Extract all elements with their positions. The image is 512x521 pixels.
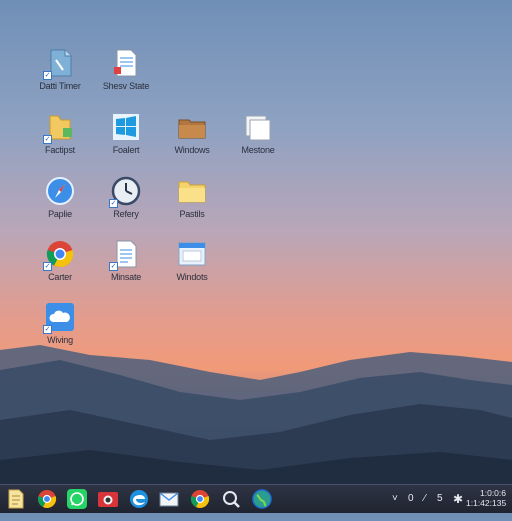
search-taskbar-button[interactable] <box>220 488 242 510</box>
mail-icon <box>159 492 179 507</box>
edge-icon <box>130 490 148 508</box>
chrome-icon: ✓ <box>43 239 75 271</box>
desktop: ✓ Datti Timer ✓ Factipst Paplie ✓ Carter… <box>0 0 512 484</box>
chrome-icon <box>190 490 210 508</box>
checkbox-icon[interactable]: ✓ <box>43 135 52 144</box>
tray-chevron-icon[interactable]: ˅ <box>392 493 398 521</box>
tray-value-b: 5 <box>437 493 443 504</box>
folder-icon <box>177 176 207 206</box>
icon-label: Factipst <box>45 145 75 155</box>
file-icon: ✓ <box>43 48 75 80</box>
window-folder-icon <box>177 239 207 269</box>
icon-label: Refery <box>113 209 139 219</box>
desktop-icon[interactable]: Shesv State <box>94 48 158 108</box>
camera-taskbar-button[interactable] <box>97 488 119 510</box>
desktop-icon[interactable]: ✓ Wiving <box>28 302 92 362</box>
clock-icon: ✓ <box>109 176 141 208</box>
desktop-icon[interactable]: ✓ Refery <box>94 176 158 236</box>
icon-label: Foalert <box>112 145 140 155</box>
briefcase-folder-icon <box>177 112 207 142</box>
clock[interactable]: 1:0:0:6 1:1:42:135 <box>466 488 506 508</box>
desktop-icon[interactable]: Mestone <box>226 112 290 172</box>
icon-label: Wiving <box>47 335 73 345</box>
icon-label: Shesv State <box>102 81 150 91</box>
checkbox-icon[interactable]: ✓ <box>43 262 52 271</box>
icon-label: Windows <box>174 145 210 155</box>
desktop-icon[interactable]: Windows <box>160 112 224 172</box>
search-icon <box>223 491 240 508</box>
cloud-icon: ✓ <box>43 302 75 334</box>
taskbar: ˅ 0 ⁄ 5 ✱ 1:0:0:6 1:1:42:135 <box>0 484 512 513</box>
icon-label: Mestone <box>241 145 275 155</box>
clock-time: 1:0:0:6 <box>480 488 506 498</box>
globe-taskbar-button[interactable] <box>251 488 273 510</box>
checkbox-icon[interactable]: ✓ <box>109 262 118 271</box>
file-explorer-button[interactable] <box>5 488 27 510</box>
whatsapp-taskbar-button[interactable] <box>66 488 88 510</box>
icon-label: Minsate <box>110 272 142 282</box>
icon-label: Carter <box>48 272 72 282</box>
checkbox-icon[interactable]: ✓ <box>43 71 52 80</box>
mail-taskbar-button[interactable] <box>158 488 180 510</box>
chrome-icon <box>37 490 57 508</box>
desktop-icon[interactable]: ✓ Carter <box>28 239 92 299</box>
compass-icon <box>45 176 75 206</box>
settings-icon[interactable]: ✱ <box>453 492 463 520</box>
desktop-icon[interactable]: Foalert <box>94 112 158 172</box>
desktop-icon[interactable]: ✓ Datti Timer <box>28 48 92 108</box>
icon-label: Windots <box>176 272 208 282</box>
edge-taskbar-button[interactable] <box>128 488 150 510</box>
chrome-taskbar-button-2[interactable] <box>189 488 211 510</box>
whatsapp-icon <box>67 489 87 509</box>
checkbox-icon[interactable]: ✓ <box>43 325 52 334</box>
desktop-icon[interactable]: ✓ Minsate <box>94 239 158 299</box>
windows-icon <box>111 112 141 142</box>
stacked-files-icon <box>243 112 273 142</box>
icon-label: Paplie <box>48 209 72 219</box>
tray-separator: ⁄ <box>424 493 426 504</box>
icon-label: Pastils <box>179 209 205 219</box>
folder-icon: ✓ <box>43 112 75 144</box>
desktop-icon[interactable]: Pastils <box>160 176 224 236</box>
checkbox-icon[interactable]: ✓ <box>109 199 118 208</box>
chrome-taskbar-button[interactable] <box>36 488 58 510</box>
tray-value-a: 0 <box>408 493 414 504</box>
text-document-icon: ✓ <box>109 239 141 271</box>
document-icon <box>111 48 141 78</box>
desktop-icon[interactable]: ✓ Factipst <box>28 112 92 172</box>
globe-icon <box>252 489 272 509</box>
camera-icon <box>98 492 118 507</box>
desktop-icon[interactable]: Windots <box>160 239 224 299</box>
desktop-icon[interactable]: Paplie <box>28 176 92 236</box>
clock-date: 1:1:42:135 <box>466 498 507 508</box>
icon-label: Datti Timer <box>39 81 81 91</box>
file-explorer-icon <box>8 489 24 509</box>
